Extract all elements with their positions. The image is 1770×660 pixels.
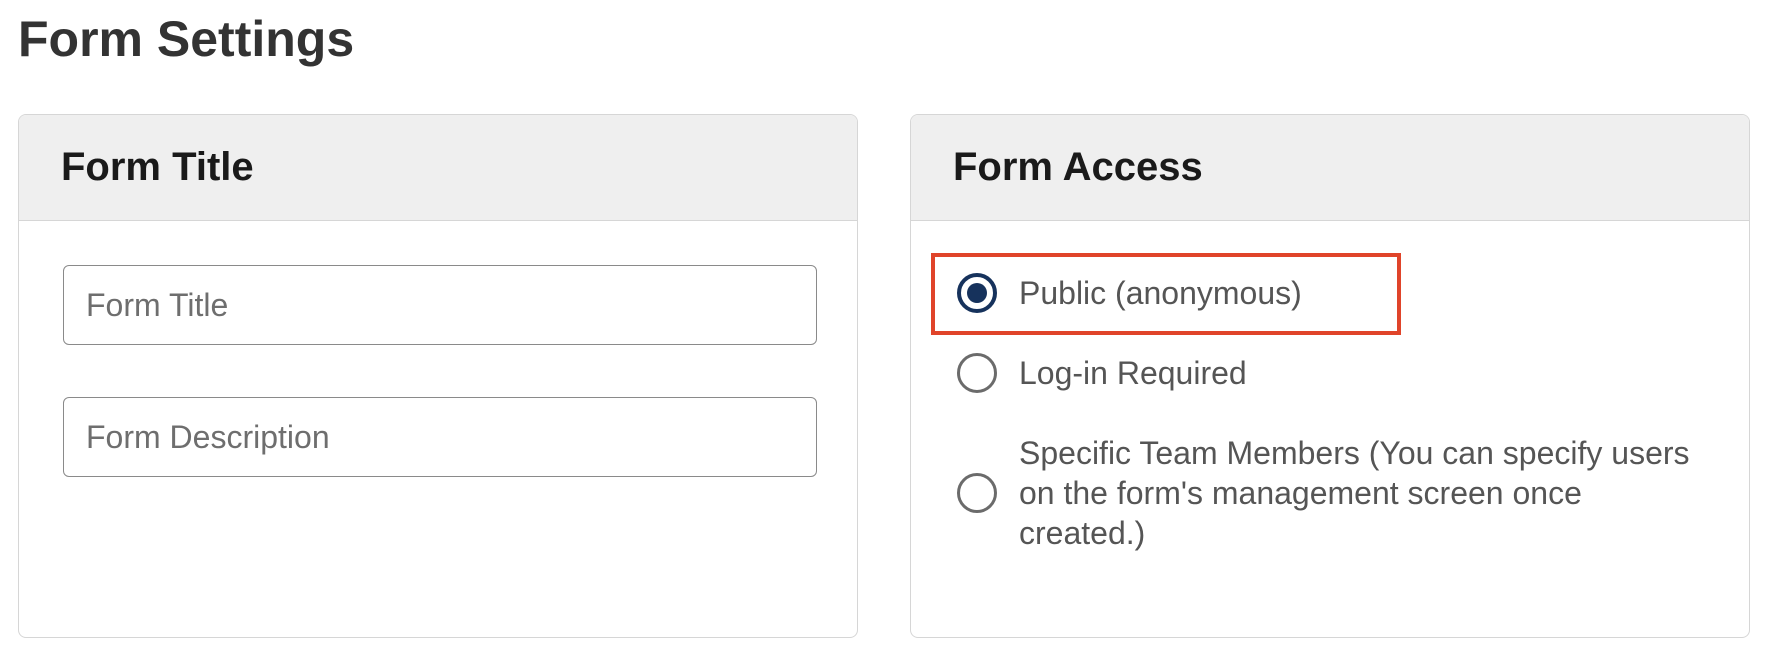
form-access-panel: Form Access Public (anonymous) Log-in Re… — [910, 114, 1750, 638]
radio-selected-dot — [967, 283, 987, 303]
page-title: Form Settings — [18, 11, 355, 67]
form-title-panel-header: Form Title — [19, 115, 857, 221]
radio-button-public[interactable] — [957, 273, 997, 313]
radio-button-specific-team-members[interactable] — [957, 473, 997, 513]
form-access-panel-heading: Form Access — [953, 145, 1203, 189]
radio-option-specific-team-members[interactable]: Specific Team Members (You can specify u… — [957, 433, 1717, 553]
form-title-panel: Form Title — [18, 114, 858, 638]
radio-label-public: Public (anonymous) — [1019, 275, 1302, 311]
radio-option-login-required[interactable]: Log-in Required — [957, 353, 1247, 393]
radio-label-specific-team-members: Specific Team Members (You can specify u… — [1019, 435, 1690, 551]
radio-option-public[interactable]: Public (anonymous) — [957, 273, 1302, 313]
form-title-input[interactable] — [63, 265, 817, 345]
radio-button-login-required[interactable] — [957, 353, 997, 393]
form-title-panel-heading: Form Title — [61, 145, 254, 189]
form-access-panel-header: Form Access — [911, 115, 1749, 221]
radio-label-login-required: Log-in Required — [1019, 355, 1247, 391]
form-description-input[interactable] — [63, 397, 817, 477]
